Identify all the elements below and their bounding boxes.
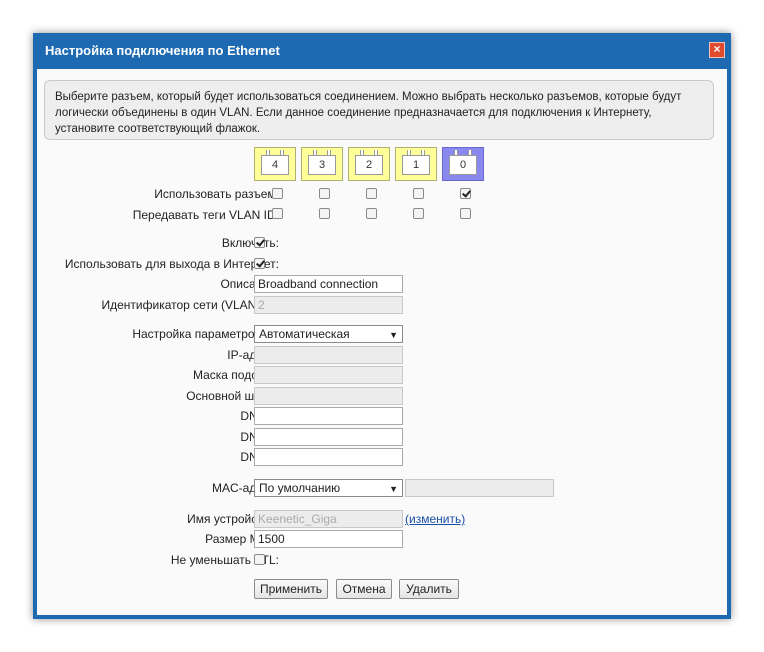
port-2-icon: 2 xyxy=(348,147,390,181)
port-3-icon: 3 xyxy=(301,147,343,181)
dns2-input[interactable] xyxy=(254,428,403,446)
use-port-2-checkbox[interactable] xyxy=(366,188,377,199)
use-port-0-checkbox[interactable] xyxy=(460,188,471,199)
mac-mode-select[interactable]: По умолчанию ▼ xyxy=(254,479,403,497)
vlan-id-input[interactable]: 2 xyxy=(254,296,403,314)
port-1-icon: 1 xyxy=(395,147,437,181)
port-0-icon: 0 xyxy=(442,147,484,181)
subnet-input[interactable] xyxy=(254,366,403,384)
vlan-tag-port-4-checkbox[interactable] xyxy=(272,208,283,219)
port-0-label: 0 xyxy=(449,155,477,175)
mtu-input[interactable]: 1500 xyxy=(254,530,403,548)
description-input[interactable]: Broadband connection xyxy=(254,275,403,293)
dns3-input[interactable] xyxy=(254,448,403,466)
change-device-name-link[interactable]: (изменить) xyxy=(405,512,465,526)
vlan-tag-port-3-checkbox[interactable] xyxy=(319,208,330,219)
close-icon[interactable]: × xyxy=(709,42,725,58)
apply-button[interactable]: Применить xyxy=(254,579,328,599)
enable-label: Включить: xyxy=(221,236,279,250)
port-4-label: 4 xyxy=(261,155,289,175)
port-1-label: 1 xyxy=(402,155,430,175)
vlan-tags-label: Передавать теги VLAN ID: xyxy=(132,208,279,222)
vlan-tag-port-2-checkbox[interactable] xyxy=(366,208,377,219)
dialog-title: Настройка подключения по Ethernet xyxy=(45,43,280,58)
ttl-checkbox[interactable] xyxy=(254,554,265,565)
dialog-titlebar: Настройка подключения по Ethernet × xyxy=(33,33,731,69)
vlan-tag-port-1-checkbox[interactable] xyxy=(413,208,424,219)
device-name-input[interactable]: Keenetic_Giga xyxy=(254,510,403,528)
ip-address-input[interactable] xyxy=(254,346,403,364)
dropdown-arrow-icon: ▼ xyxy=(389,484,398,494)
mac-address-input[interactable] xyxy=(405,479,554,497)
internet-label: Использовать для выхода в Интернет: xyxy=(64,257,279,271)
port-3-label: 3 xyxy=(308,155,336,175)
cancel-button[interactable]: Отмена xyxy=(336,579,392,599)
enable-checkbox[interactable] xyxy=(254,237,265,248)
internet-checkbox[interactable] xyxy=(254,258,265,269)
info-box: Выберите разъем, который будет использов… xyxy=(44,80,714,140)
gateway-input[interactable] xyxy=(254,387,403,405)
port-4-icon: 4 xyxy=(254,147,296,181)
vlan-id-label: Идентификатор сети (VLAN ID): xyxy=(101,298,280,312)
dialog-content: Выберите разъем, который будет использов… xyxy=(37,69,727,615)
delete-button[interactable]: Удалить xyxy=(399,579,459,599)
mac-mode-value: По умолчанию xyxy=(259,481,341,495)
ethernet-settings-dialog: Настройка подключения по Ethernet × Выбе… xyxy=(33,33,731,619)
dropdown-arrow-icon: ▼ xyxy=(389,330,398,340)
ip-mode-select[interactable]: Автоматическая ▼ xyxy=(254,325,403,343)
use-port-4-checkbox[interactable] xyxy=(272,188,283,199)
port-2-label: 2 xyxy=(355,155,383,175)
ip-mode-value: Автоматическая xyxy=(259,327,350,341)
use-port-1-checkbox[interactable] xyxy=(413,188,424,199)
vlan-tag-port-0-checkbox[interactable] xyxy=(460,208,471,219)
dns1-input[interactable] xyxy=(254,407,403,425)
use-port-3-checkbox[interactable] xyxy=(319,188,330,199)
use-port-label: Использовать разъем: xyxy=(154,187,279,201)
